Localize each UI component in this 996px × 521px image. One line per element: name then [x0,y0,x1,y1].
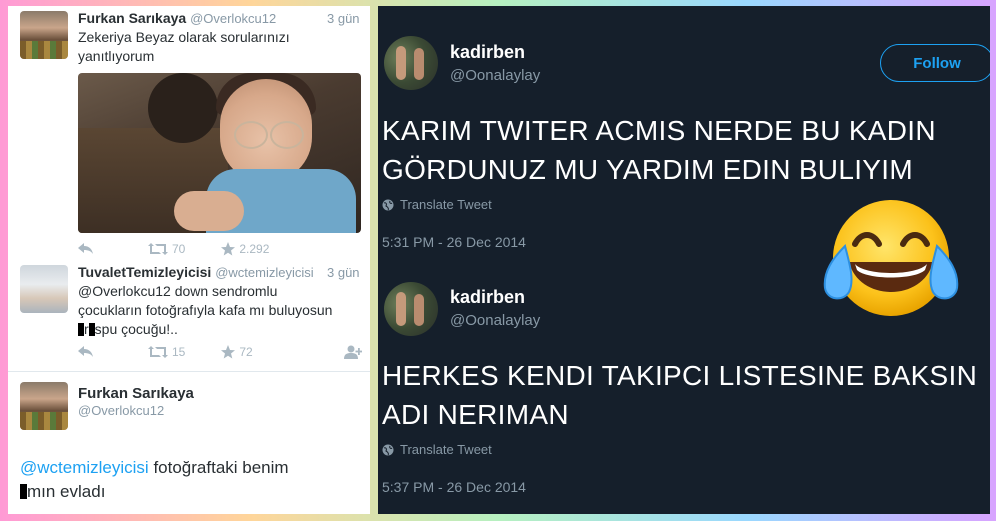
translate-tweet-link[interactable]: Translate Tweet [382,442,492,457]
tweet-time[interactable]: 5:31 PM - 26 Dec 2014 [382,234,526,250]
tweet-text-line: GÖRDUNUZ MU YARDIM EDIN BULIYIM [382,154,913,185]
tweet-text-fragment: spu çocuğu!.. [94,321,178,337]
tweet-text: @Overlokcu12 down sendromlu çocukların f… [78,282,368,339]
author-handle[interactable]: @Oonalaylay [450,67,540,84]
tweet-text-line: mın evladı [20,480,365,504]
avatar[interactable] [20,382,68,430]
avatar[interactable] [20,265,68,313]
author-name-text[interactable]: TuvaletTemizleyicisi [78,264,211,280]
like-button[interactable]: 2.292 [221,242,269,256]
tweet-actions: 70 2.292 [78,242,368,256]
translate-label[interactable]: Translate Tweet [400,442,492,457]
tweet-time[interactable]: 3 gün [327,11,360,26]
photo-adult [148,73,218,143]
reply-button[interactable] [78,346,94,358]
tweet-text: HERKES KENDI TAKIPCI LISTESINE BAKSIN AD… [382,356,990,434]
author-handle[interactable]: @wctemizleyicisi [215,265,313,280]
retweet-count: 15 [172,345,186,359]
author-handle[interactable]: @Oonalaylay [450,312,540,329]
tweet-text: @wctemizleyicisi fotoğraftaki benim mın … [20,456,365,504]
like-count: 2.292 [239,242,270,256]
tweet-text: Zekeriya Beyaz olarak sorularınızı yanıt… [78,29,290,64]
author-handle[interactable]: @Overlokcu12 [190,11,276,26]
avatar[interactable] [384,36,438,90]
like-button[interactable]: 72 [221,345,253,359]
add-user-icon [344,345,362,359]
tweet-text-line: çocukların fotoğrafıyla kafa mı buluyosu… [78,302,333,318]
tweet-text: KARIM TWITER ACMIS NERDE BU KADIN GÖRDUN… [382,111,982,189]
retweet-icon [148,243,168,255]
tweet-text-line: KARIM TWITER ACMIS NERDE BU KADIN [382,115,936,146]
tweet-text-line: HERKES KENDI TAKIPCI LISTESINE BAKSIN [382,360,978,391]
retweet-button[interactable]: 70 [148,242,185,256]
author-handle[interactable]: @Overlokcu12 [78,403,164,418]
retweet-icon [148,346,168,358]
tweet-text-fragment: fotoğraftaki benim [148,458,289,477]
translate-tweet-link[interactable]: Translate Tweet [382,197,492,212]
tweet-divider [8,371,370,372]
tweet-time[interactable]: 3 gün [327,265,360,280]
photo-hand [174,191,244,231]
censor-bar [20,484,27,499]
follow-user-button[interactable] [344,345,362,359]
author-name[interactable]: Furkan Sarıkaya @Overlokcu12 [78,10,276,26]
tweet-actions: 15 72 [78,345,368,359]
tweet-photo[interactable] [78,73,361,233]
retweet-button[interactable]: 15 [148,345,185,359]
tweet-text-line: ADI NERIMAN [382,399,569,430]
globe-icon [382,444,394,455]
light-tweet-panel: Furkan Sarıkaya @Overlokcu12 3 gün Zeker… [8,6,370,514]
mention-link[interactable]: @wctemizleyicisi [20,458,149,477]
reply-button[interactable] [78,243,94,255]
tweet-text-fragment: mın evladı [27,482,106,501]
star-icon [221,345,236,359]
tweet-text-line: @wctemizleyicisi fotoğraftaki benim [20,456,365,480]
reply-icon [78,243,93,254]
author-name[interactable]: kadirben [450,42,525,63]
follow-button[interactable]: Follow [880,44,990,82]
author-name-text[interactable]: Furkan Sarıkaya [78,10,186,26]
tweet-time[interactable]: 5:37 PM - 26 Dec 2014 [382,479,526,495]
dark-tweet-panel: kadirben @Oonalaylay Follow KARIM TWITER… [378,6,990,514]
photo-glasses-left [234,121,268,149]
avatar[interactable] [20,11,68,59]
retweet-count: 70 [172,242,186,256]
star-icon [221,242,236,256]
globe-icon [382,199,394,210]
tweet-text-line: r spu çocuğu!.. [78,320,368,339]
reply-icon [78,346,93,357]
author-name[interactable]: TuvaletTemizleyicisi @wctemizleyicisi [78,264,314,280]
collage-frame: Furkan Sarıkaya @Overlokcu12 3 gün Zeker… [0,0,996,521]
like-count: 72 [239,345,253,359]
tears-of-joy-emoji [823,200,959,316]
author-name[interactable]: kadirben [450,287,525,308]
tweet-text-line: @Overlokcu12 down sendromlu [78,283,278,299]
author-name[interactable]: Furkan Sarıkaya [78,385,194,402]
avatar[interactable] [384,282,438,336]
photo-glasses-right [270,121,304,149]
translate-label[interactable]: Translate Tweet [400,197,492,212]
